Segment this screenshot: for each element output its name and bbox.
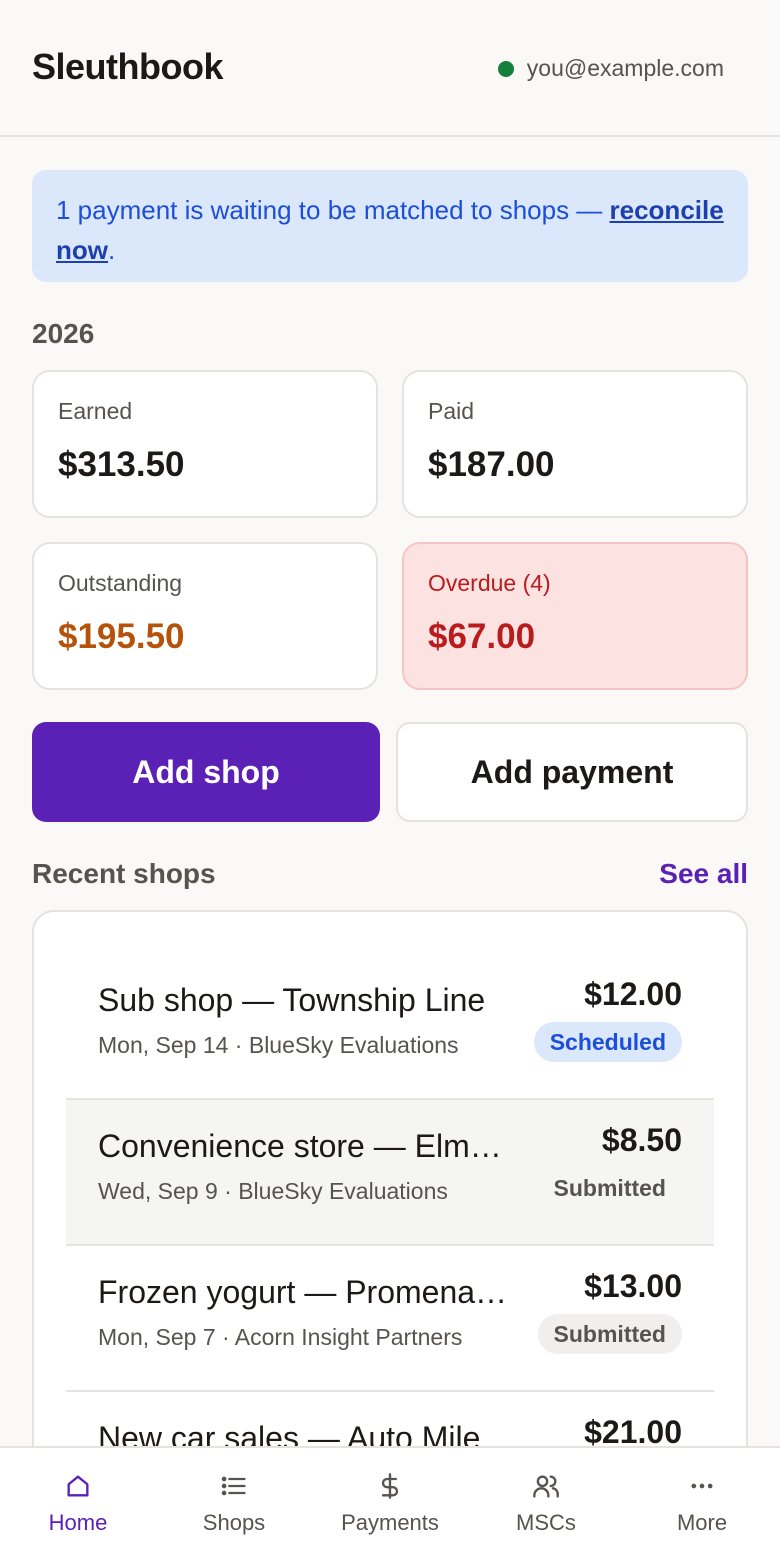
- bottom-tab-bar: Home Shops Payments MSCs More: [0, 1446, 780, 1560]
- shop-subtitle: Mon, Sep 14 · BlueSky Evaluations: [98, 1032, 459, 1058]
- outstanding-label: Outstanding: [58, 570, 183, 596]
- reconcile-banner: 1 payment is waiting to be matched to sh…: [32, 170, 748, 282]
- outstanding-card[interactable]: Outstanding $195.50: [32, 542, 378, 690]
- app-header: Sleuthbook you@example.com: [0, 0, 780, 137]
- tab-label: MSCs: [516, 1510, 576, 1535]
- tab-label: Shops: [202, 1510, 266, 1535]
- banner-text: 1 payment is waiting to be matched to sh…: [56, 195, 610, 225]
- see-all-link[interactable]: See all: [659, 858, 748, 890]
- shop-row[interactable]: Convenience store — Elm Street Wed, Sep …: [66, 1100, 714, 1246]
- tab-home[interactable]: Home: [0, 1448, 156, 1560]
- tab-more[interactable]: More: [624, 1448, 780, 1560]
- home-icon: [64, 1472, 92, 1500]
- recent-shops-title: Recent shops: [32, 858, 216, 889]
- summary-year: 2026: [32, 318, 95, 349]
- overdue-label: Overdue (4): [428, 570, 551, 596]
- banner-suffix: .: [108, 235, 116, 265]
- tab-shops[interactable]: Shops: [156, 1448, 312, 1560]
- status-badge: Submitted: [537, 1314, 682, 1354]
- user-account[interactable]: you@example.com: [497, 55, 724, 82]
- paid-card[interactable]: Paid $187.00: [402, 370, 748, 518]
- shop-amount: $13.00: [584, 1268, 682, 1304]
- shop-title: Convenience store — Elm Street: [98, 1128, 508, 1164]
- earned-card[interactable]: Earned $313.50: [32, 370, 378, 518]
- shop-row[interactable]: Sub shop — Township Line Mon, Sep 14 · B…: [66, 954, 714, 1100]
- shop-title: Sub shop — Township Line: [98, 982, 486, 1018]
- dollar-icon: [376, 1472, 404, 1500]
- tab-mscs[interactable]: MSCs: [468, 1448, 624, 1560]
- tab-label: Home: [48, 1510, 108, 1535]
- tab-label: More: [676, 1510, 728, 1535]
- add-shop-button[interactable]: Add shop: [32, 722, 380, 822]
- shop-title: Frozen yogurt — Promenade: [98, 1274, 508, 1310]
- app-title: Sleuthbook: [32, 46, 224, 87]
- tab-payments[interactable]: Payments: [312, 1448, 468, 1560]
- status-badge: Submitted: [553, 1174, 666, 1201]
- online-status-dot: [497, 60, 514, 77]
- shop-subtitle: Wed, Sep 9 · BlueSky Evaluations: [98, 1178, 448, 1204]
- earned-value: $313.50: [58, 445, 185, 484]
- tab-label: Payments: [341, 1510, 439, 1535]
- add-payment-button[interactable]: Add payment: [396, 722, 748, 822]
- status-badge: Scheduled: [533, 1022, 682, 1062]
- user-email: you@example.com: [526, 55, 724, 81]
- overdue-card[interactable]: Overdue (4) $67.00: [402, 542, 748, 690]
- more-icon: [688, 1472, 716, 1500]
- shop-subtitle: Mon, Sep 7 · Acorn Insight Partners: [98, 1324, 463, 1350]
- earned-label: Earned: [58, 398, 133, 424]
- shop-row[interactable]: Frozen yogurt — Promenade Mon, Sep 7 · A…: [66, 1246, 714, 1392]
- shop-amount: $12.00: [584, 976, 682, 1012]
- paid-value: $187.00: [428, 445, 555, 484]
- outstanding-value: $195.50: [58, 617, 185, 656]
- shop-amount: $8.50: [601, 1122, 682, 1158]
- paid-label: Paid: [428, 398, 475, 424]
- overdue-value: $67.00: [428, 617, 536, 656]
- list-icon: [220, 1472, 248, 1500]
- users-icon: [532, 1472, 560, 1500]
